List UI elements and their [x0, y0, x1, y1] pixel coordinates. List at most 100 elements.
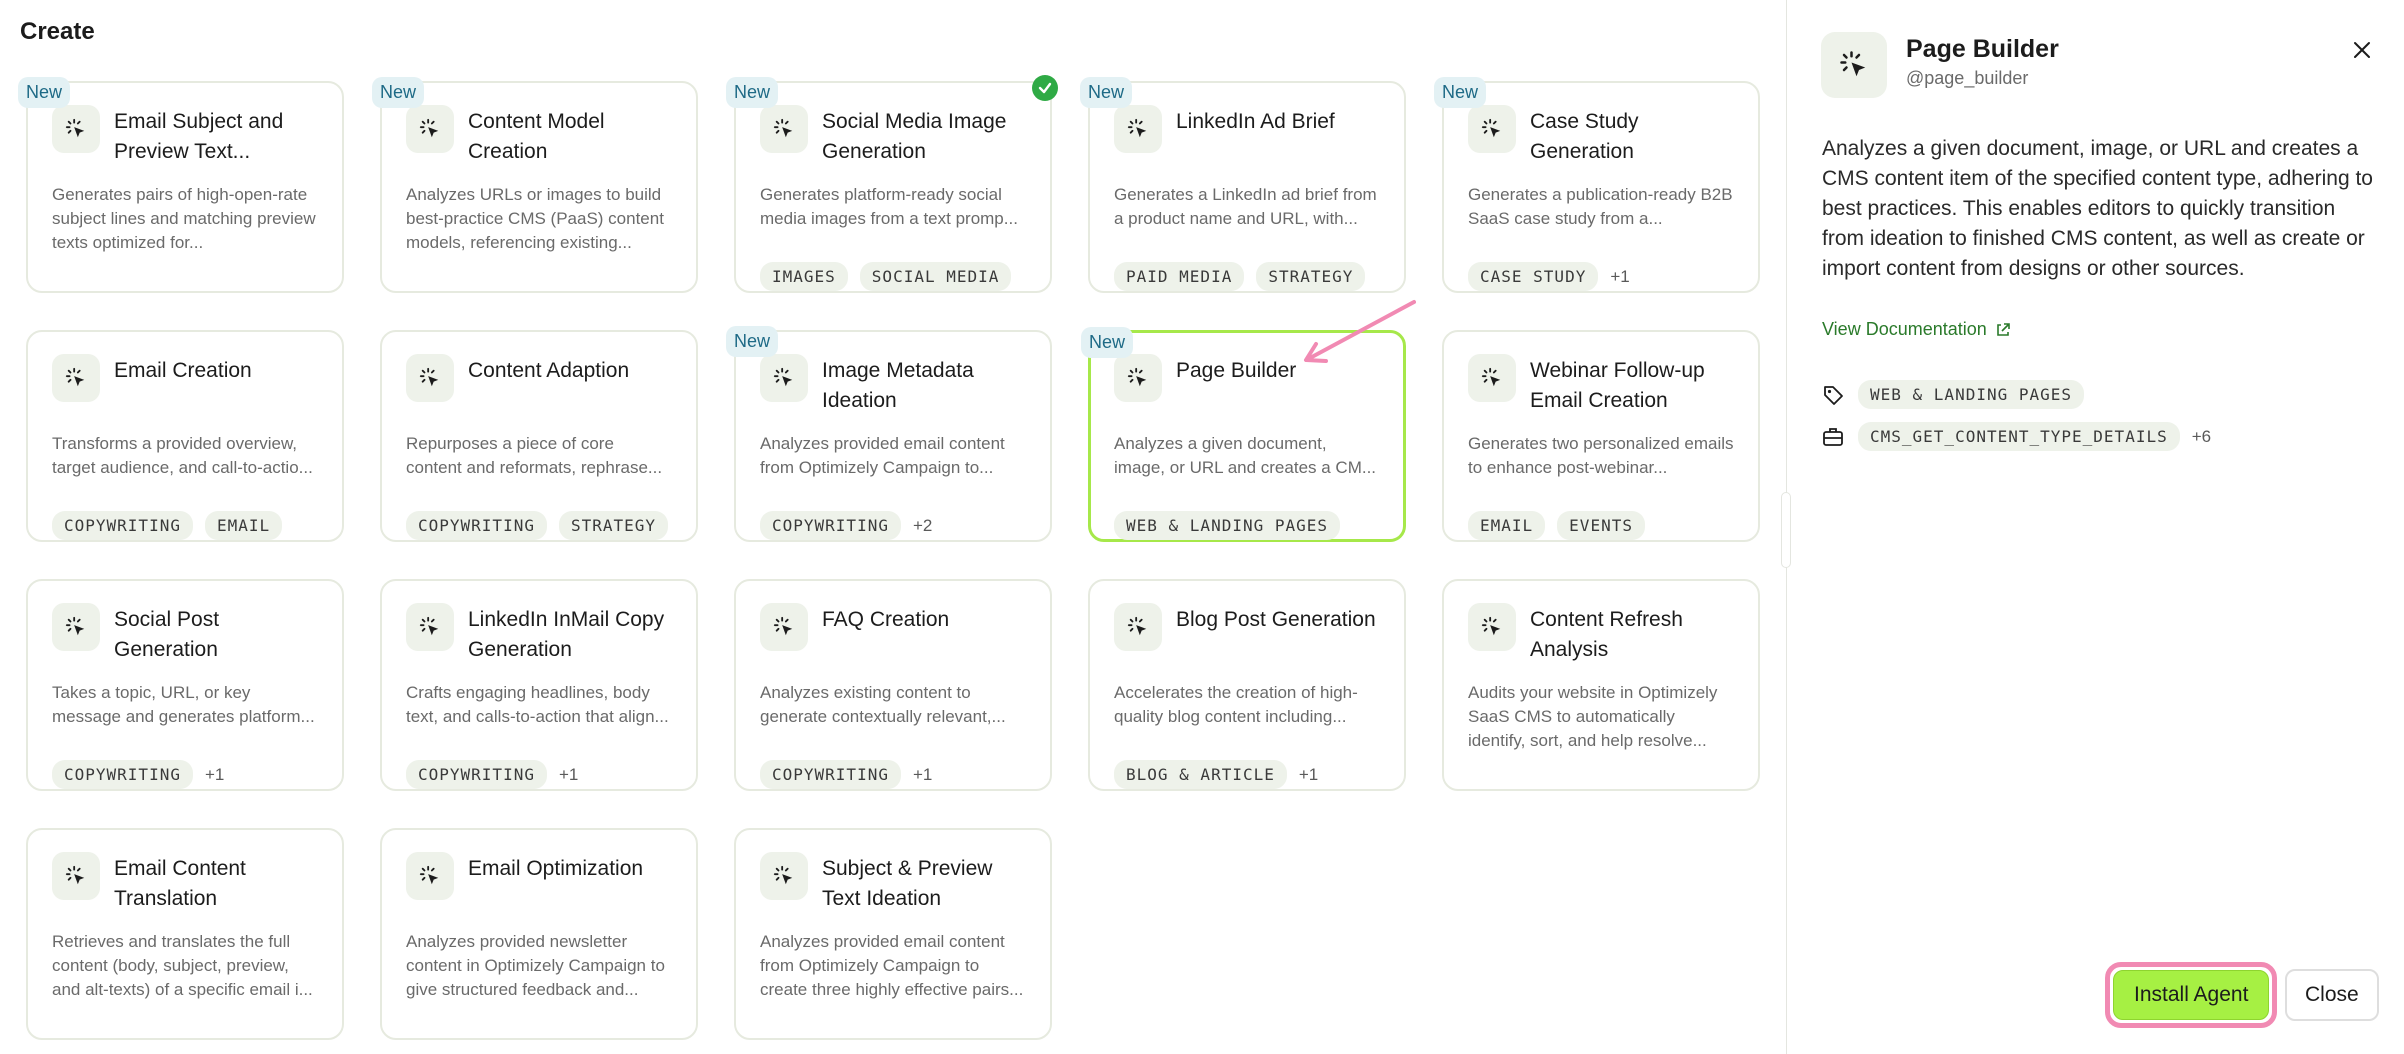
agent-card-title: Subject & Preview Text Ideation [822, 857, 993, 910]
agent-card-header: Social Media Image Generation [760, 105, 1026, 167]
agent-card-title: Webinar Follow-up Email Creation [1530, 359, 1705, 412]
tag-chip: STRATEGY [1256, 262, 1366, 291]
agent-card-tags: COPYWRITING +1 [760, 760, 1026, 789]
new-badge: New [726, 77, 779, 108]
agent-card-title: Email Creation [114, 359, 252, 382]
agent-spark-icon [760, 105, 808, 153]
agent-card[interactable]: FAQ Creation Analyzes existing content t… [734, 579, 1052, 791]
agent-card[interactable]: Email Content Translation Retrieves and … [26, 828, 344, 1040]
detail-category-row: WEB & LANDING PAGES [1822, 380, 2096, 409]
agent-card[interactable]: Social Post Generation Takes a topic, UR… [26, 579, 344, 791]
agent-card-header: LinkedIn InMail Copy Generation [406, 603, 672, 665]
agent-spark-icon [1114, 603, 1162, 651]
agent-card-title: Email Optimization [468, 857, 644, 880]
agent-spark-icon [406, 852, 454, 900]
agent-spark-icon [406, 105, 454, 153]
agent-card-title: Page Builder [1176, 359, 1297, 382]
detail-tool-more[interactable]: +6 [2192, 427, 2211, 447]
agent-card-description: Analyzes a given document, image, or URL… [1114, 434, 1377, 477]
close-icon[interactable] [2350, 38, 2374, 62]
detail-tools-row: CMS_GET_CONTENT_TYPE_DETAILS +6 [1822, 422, 2211, 451]
agent-card-description: Generates platform-ready social media im… [760, 185, 1018, 228]
agent-card-header: FAQ Creation [760, 603, 1026, 665]
tag-chip: EVENTS [1557, 511, 1645, 540]
close-button[interactable]: Close [2285, 969, 2379, 1021]
detail-footer: Install Agent Close [1787, 944, 2404, 1054]
detail-category-tag: WEB & LANDING PAGES [1858, 380, 2085, 409]
agent-card-header: Image Metadata Ideation [760, 354, 1026, 416]
new-badge: New [18, 77, 71, 108]
agent-card-description: Audits your website in Optimizely SaaS C… [1468, 683, 1718, 750]
agent-card[interactable]: Webinar Follow-up Email Creation Generat… [1442, 330, 1760, 542]
tag-more-count: +1 [1298, 764, 1319, 784]
agent-card-title: Image Metadata Ideation [822, 359, 974, 412]
detail-description: Analyzes a given document, image, or URL… [1822, 137, 2373, 280]
agent-card-header: Email Subject and Preview Text... [52, 105, 318, 167]
tag-chip: EMAIL [204, 511, 283, 540]
tag-icon [1822, 383, 1846, 407]
tag-chip: CASE STUDY [1468, 262, 1599, 291]
agent-card-header: Email Content Translation [52, 852, 318, 914]
agent-card-description: Generates two personalized emails to enh… [1468, 434, 1734, 477]
agent-card[interactable]: New Content Model Creation Analyzes URLs… [372, 77, 698, 293]
new-badge: New [372, 77, 425, 108]
agent-card-title: Content Refresh Analysis [1530, 608, 1683, 661]
tag-chip: WEB & LANDING PAGES [1114, 511, 1341, 540]
agent-spark-icon [760, 354, 808, 402]
agent-spark-icon [1468, 354, 1516, 402]
agent-card[interactable]: Email Creation Transforms a provided ove… [26, 330, 344, 542]
tag-chip: COPYWRITING [52, 760, 193, 789]
agent-card[interactable]: New Social Media Image Generation Genera… [726, 75, 1058, 293]
tag-chip: IMAGES [760, 262, 848, 291]
agent-card-header: Content Refresh Analysis [1468, 603, 1734, 665]
agent-card-tags: CASE STUDY +1 [1468, 262, 1734, 291]
tag-chip: COPYWRITING [760, 760, 901, 789]
agent-grid: New Email Subject and Preview Text... Ge… [18, 75, 1760, 1040]
view-documentation-link[interactable]: View Documentation [1822, 319, 2011, 340]
agent-card-description: Transforms a provided overview, target a… [52, 434, 313, 477]
detail-handle: @page_builder [1906, 68, 2029, 88]
agent-card-tags: COPYWRITING +1 [52, 760, 318, 789]
agent-card[interactable]: Content Refresh Analysis Audits your web… [1442, 579, 1760, 791]
agent-card-tags: WEB & LANDING PAGES [1114, 511, 1380, 540]
agent-card-header: Case Study Generation [1468, 105, 1734, 167]
agent-spark-icon [406, 354, 454, 402]
agent-card-tags: PAID MEDIA STRATEGY [1114, 262, 1380, 291]
install-agent-button[interactable]: Install Agent [2113, 970, 2270, 1020]
agent-card-title: LinkedIn InMail Copy Generation [468, 608, 665, 661]
agent-spark-icon [760, 852, 808, 900]
agent-spark-icon [1468, 603, 1516, 651]
agent-card[interactable]: Blog Post Generation Accelerates the cre… [1088, 579, 1406, 791]
agent-card-description: Generates pairs of high-open-rate subjec… [52, 185, 316, 252]
agent-card-title: Email Content Translation [114, 857, 246, 910]
agent-spark-icon [52, 105, 100, 153]
agent-card-title: Social Post Generation [114, 608, 220, 661]
agent-card[interactable]: Email Optimization Analyzes provided new… [380, 828, 698, 1040]
check-icon [1032, 75, 1058, 101]
tag-chip: STRATEGY [558, 511, 669, 540]
toolbox-icon [1822, 425, 1846, 449]
agent-card-tags: COPYWRITING +2 [760, 511, 1026, 540]
agent-card-description: Accelerates the creation of high-quality… [1114, 683, 1358, 726]
agent-card-title: Email Subject and Preview Text... [114, 110, 284, 163]
new-badge: New [1434, 77, 1487, 108]
tag-more-count: +1 [1610, 266, 1630, 286]
tag-more-count: +2 [912, 515, 933, 535]
tag-chip: BLOG & ARTICLE [1114, 760, 1287, 789]
agent-card-description: Analyzes provided newsletter content in … [406, 932, 665, 999]
tag-more-count: +1 [558, 764, 579, 784]
agent-card-header: Email Creation [52, 354, 318, 416]
agent-spark-icon [1821, 32, 1887, 98]
agent-card-description: Crafts engaging headlines, body text, an… [406, 683, 669, 726]
agent-card[interactable]: New Email Subject and Preview Text... Ge… [18, 77, 344, 293]
agent-card-header: Content Model Creation [406, 105, 672, 167]
agent-card[interactable]: Subject & Preview Text Ideation Analyzes… [734, 828, 1052, 1040]
agent-spark-icon [52, 354, 100, 402]
agent-card-description: Repurposes a piece of core content and r… [406, 434, 663, 477]
agent-card-description: Retrieves and translates the full conten… [52, 932, 313, 999]
agent-card[interactable]: Content Adaption Repurposes a piece of c… [380, 330, 698, 542]
agent-card[interactable]: New Case Study Generation Generates a pu… [1434, 77, 1760, 293]
agent-card[interactable]: New LinkedIn Ad Brief Generates a Linked… [1080, 77, 1406, 293]
agent-card[interactable]: LinkedIn InMail Copy Generation Crafts e… [380, 579, 698, 791]
agent-card[interactable]: New Image Metadata Ideation Analyzes pro… [726, 326, 1052, 542]
